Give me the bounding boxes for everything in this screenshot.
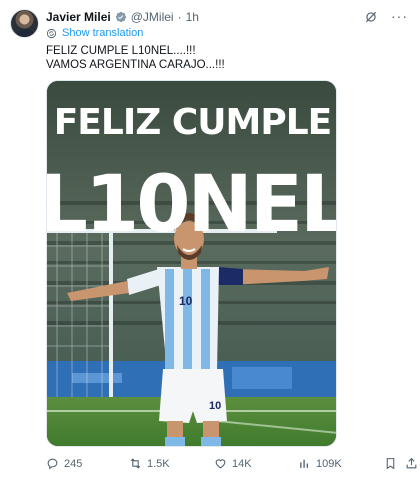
tweet-header: Javier Milei @JMilei · 1h [46,10,199,24]
show-translation-link[interactable]: Show translation [46,27,143,39]
author-name[interactable]: Javier Milei [46,10,111,24]
jersey-number: 10 [179,294,193,308]
reply-icon [47,458,58,470]
tweet-media-image[interactable]: 10 10 FELIZ CUMPLE L10NEL [46,80,337,447]
reply-count: 245 [64,457,83,470]
grok-icon[interactable] [364,10,378,24]
more-icon[interactable]: ··· [391,8,408,24]
tweet-line: VAMOS ARGENTINA CARAJO...!!! [46,59,225,71]
translate-icon [46,28,57,38]
repost-count: 1.5K [147,457,170,470]
like-count: 14K [232,457,252,470]
bookmark-button[interactable] [384,457,397,470]
svg-text:10: 10 [209,400,221,412]
share-button[interactable] [405,457,418,470]
separator-dot: · [177,10,182,24]
poster-headline-top: FELIZ CUMPLE [54,102,332,143]
verified-icon [115,11,126,23]
bookmark-icon [386,458,395,470]
tweet-actions: 245 1.5K 14K 109K [46,457,420,473]
birthday-poster: 10 10 FELIZ CUMPLE L10NEL [47,81,337,446]
tweet-line: FELIZ CUMPLE L10NEL....!!! [46,45,196,57]
tweet-timestamp[interactable]: 1h [186,10,199,24]
tweet-text: FELIZ CUMPLE L10NEL....!!! VAMOS ARGENTI… [46,44,225,72]
share-icon [406,457,417,469]
reply-button[interactable]: 245 [46,457,82,470]
author-avatar[interactable] [10,9,39,38]
repost-icon [130,458,141,469]
poster-headline-name: L10NEL [47,160,337,250]
like-icon [215,459,226,469]
views-count: 109K [316,457,342,470]
views-button[interactable]: 109K [298,457,342,470]
tweet-card[interactable]: Javier Milei @JMilei · 1h ··· Show trans… [0,0,420,482]
author-handle[interactable]: @JMilei [131,10,174,24]
like-button[interactable]: 14K [214,457,252,470]
repost-button[interactable]: 1.5K [129,457,170,470]
show-translation-label[interactable]: Show translation [62,27,143,39]
views-icon [300,459,309,468]
